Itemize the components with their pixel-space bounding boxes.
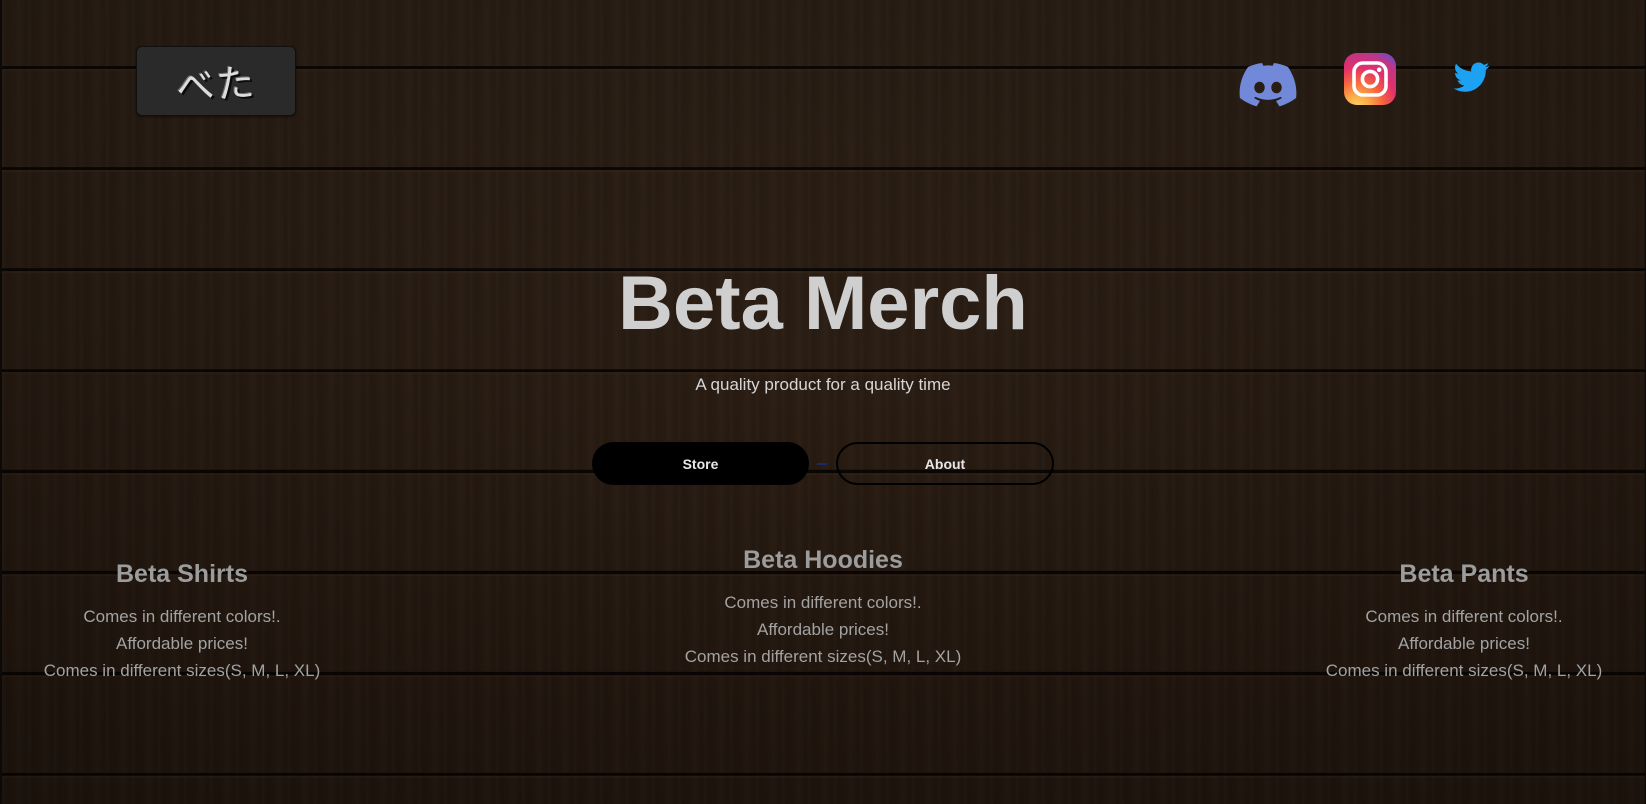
feature-title: Beta Shirts: [116, 560, 248, 588]
instagram-link[interactable]: [1344, 53, 1396, 105]
button-divider: [817, 463, 827, 465]
page: べた Beta Merch A quality product for a qu…: [0, 0, 1646, 804]
page-edge-left: [0, 0, 2, 804]
page-title: Beta Merch: [618, 261, 1028, 346]
feature-line: Comes in different colors!.: [724, 593, 922, 612]
feature-line: Comes in different sizes(S, M, L, XL): [43, 661, 321, 680]
feature-line: Comes in different sizes(S, M, L, XL): [684, 647, 962, 666]
feature-line: Comes in different sizes(S, M, L, XL): [1325, 661, 1603, 680]
store-button[interactable]: Store: [592, 442, 809, 485]
feature-line: Affordable prices!: [1398, 634, 1530, 653]
feature-description: Comes in different colors!. Affordable p…: [673, 589, 973, 670]
feature-line: Affordable prices!: [757, 620, 889, 639]
site-logo[interactable]: べた: [136, 46, 296, 116]
feature-title: Beta Pants: [1399, 560, 1529, 588]
feature-hoodies: Beta Hoodies Comes in different colors!.…: [673, 545, 973, 670]
page-subtitle: A quality product for a quality time: [695, 375, 951, 394]
feature-description: Comes in different colors!. Affordable p…: [32, 603, 332, 684]
discord-icon: [1239, 62, 1297, 108]
feature-line: Comes in different colors!.: [83, 607, 281, 626]
discord-link[interactable]: [1239, 62, 1297, 108]
feature-line: Affordable prices!: [116, 634, 248, 653]
feature-description: Comes in different colors!. Affordable p…: [1314, 603, 1614, 684]
feature-shirts: Beta Shirts Comes in different colors!. …: [32, 559, 332, 684]
logo-text: べた: [174, 59, 258, 110]
twitter-link[interactable]: [1452, 59, 1492, 95]
instagram-icon: [1344, 53, 1396, 105]
feature-title: Beta Hoodies: [743, 546, 903, 574]
feature-line: Comes in different colors!.: [1365, 607, 1563, 626]
feature-pants: Beta Pants Comes in different colors!. A…: [1314, 559, 1614, 684]
twitter-icon: [1452, 59, 1492, 95]
about-button[interactable]: About: [836, 442, 1054, 485]
